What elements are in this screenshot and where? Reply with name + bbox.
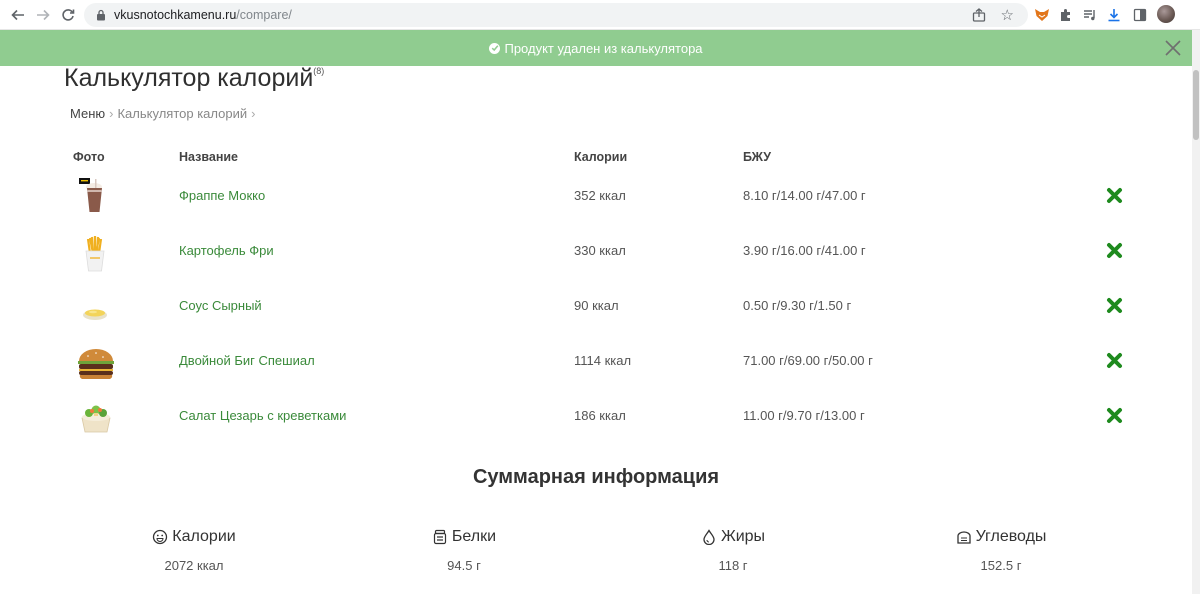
product-bju: 0.50 г/9.30 г/1.50 г	[743, 298, 852, 313]
page-title-text: Калькулятор калорий	[64, 64, 314, 92]
product-calories: 90 ккал	[574, 298, 619, 313]
breadcrumb-current[interactable]: Калькулятор калорий	[117, 106, 247, 121]
check-circle-icon	[489, 42, 501, 54]
bookmark-star-icon[interactable]: ☆	[1001, 6, 1014, 24]
summary-proteins: Белки 94.5 г	[374, 528, 554, 573]
table-row: Салат Цезарь с креветками 186 ккал 11.00…	[0, 390, 1192, 445]
back-arrow-icon[interactable]	[8, 5, 28, 25]
summary-calories: Калории 2072 ккал	[104, 528, 284, 573]
table-row: Двойной Биг Спешиал 1114 ккал 71.00 г/69…	[0, 335, 1192, 390]
table-row: Соус Сырный 90 ккал 0.50 г/9.30 г/1.50 г	[0, 280, 1192, 335]
remove-x-icon[interactable]	[1106, 297, 1123, 314]
media-playlist-icon[interactable]	[1080, 5, 1100, 25]
summary-carbs-label: Углеводы	[975, 528, 1047, 545]
table-row: Картофель Фри 330 ккал 3.90 г/16.00 г/41…	[0, 225, 1192, 280]
summary-fats: Жиры 118 г	[643, 528, 823, 573]
title-count-badge: (8)	[313, 66, 325, 76]
address-bar[interactable]: vkusnotochkamenu.ru/compare/ ☆	[84, 3, 1028, 27]
fox-extension-icon[interactable]	[1032, 5, 1052, 25]
header-calories: Калории	[574, 150, 628, 164]
forward-arrow-icon[interactable]	[33, 5, 53, 25]
product-bju: 71.00 г/69.00 г/50.00 г	[743, 353, 873, 368]
table-row: Фраппе Мокко 352 ккал 8.10 г/14.00 г/47.…	[0, 170, 1192, 225]
summary-title: Суммарная информация	[472, 466, 720, 488]
product-calories: 330 ккал	[574, 243, 626, 258]
frappe-mocha-icon	[79, 178, 102, 212]
close-icon[interactable]	[1164, 39, 1182, 57]
breadcrumb-separator: ›	[109, 106, 114, 121]
url-domain: vkusnotochkamenu.ru	[114, 8, 237, 22]
share-icon[interactable]	[972, 8, 986, 22]
product-calories: 186 ккал	[574, 408, 626, 423]
remove-x-icon[interactable]	[1106, 187, 1123, 204]
breadcrumb: Меню › Калькулятор калорий ›	[70, 106, 259, 121]
header-name: Название	[179, 150, 239, 164]
header-bju: БЖУ	[743, 150, 772, 164]
burger-icon	[78, 349, 114, 380]
page-scrollbar[interactable]	[1192, 30, 1200, 594]
profile-avatar[interactable]	[1157, 5, 1175, 23]
product-link[interactable]: Картофель Фри	[179, 243, 274, 258]
product-calories: 352 ккал	[574, 188, 626, 203]
remove-x-icon[interactable]	[1106, 352, 1123, 369]
summary-proteins-label: Белки	[451, 528, 497, 545]
product-link[interactable]: Соус Сырный	[179, 298, 262, 313]
download-icon[interactable]	[1104, 5, 1124, 25]
breadcrumb-separator: ›	[251, 106, 256, 121]
lock-icon	[97, 9, 105, 21]
summary-fats-label: Жиры	[720, 528, 766, 545]
fats-drop-icon	[703, 529, 715, 545]
removed-notification: Продукт удален из калькулятора	[0, 30, 1192, 66]
product-link[interactable]: Фраппе Мокко	[179, 188, 265, 203]
summary-calories-label: Калории	[172, 528, 236, 545]
cheese-sauce-icon	[83, 309, 107, 320]
url-path: /compare/	[236, 8, 292, 22]
remove-x-icon[interactable]	[1106, 242, 1123, 259]
product-bju: 8.10 г/14.00 г/47.00 г	[743, 188, 866, 203]
product-bju: 11.00 г/9.70 г/13.00 г	[743, 408, 865, 423]
browser-toolbar: vkusnotochkamenu.ru/compare/ ☆	[0, 0, 1200, 30]
remove-x-icon[interactable]	[1106, 407, 1123, 424]
summary-carbs: Углеводы 152.5 г	[911, 528, 1091, 573]
header-photo: Фото	[73, 150, 105, 164]
salad-icon	[81, 405, 111, 433]
summary-calories-value: 2072 ккал	[164, 558, 224, 573]
proteins-jar-icon	[433, 529, 447, 545]
puzzle-extension-icon[interactable]	[1056, 5, 1076, 25]
reload-icon[interactable]	[58, 5, 78, 25]
scrollbar-thumb[interactable]	[1193, 70, 1199, 140]
carbs-bread-icon	[956, 531, 971, 544]
notification-text: Продукт удален из калькулятора	[504, 40, 703, 56]
page-title: Калькулятор калорий(8)	[64, 64, 324, 93]
calories-smile-icon	[153, 529, 168, 545]
summary-proteins-value: 94.5 г	[447, 558, 481, 573]
product-link[interactable]: Двойной Биг Спешиал	[179, 353, 315, 368]
product-link[interactable]: Салат Цезарь с креветками	[179, 408, 346, 423]
product-bju: 3.90 г/16.00 г/41.00 г	[743, 243, 866, 258]
product-calories: 1114 ккал	[574, 353, 632, 368]
summary-carbs-value: 152.5 г	[980, 558, 1022, 573]
summary-fats-value: 118 г	[718, 558, 748, 573]
side-panel-icon[interactable]	[1130, 5, 1150, 25]
french-fries-icon	[85, 236, 105, 272]
breadcrumb-menu-link[interactable]: Меню	[70, 106, 105, 121]
